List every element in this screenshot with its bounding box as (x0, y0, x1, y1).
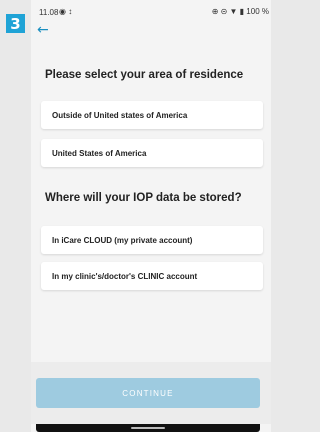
option-label: In my clinic's/doctor's CLINIC account (52, 271, 198, 281)
notification-icons: ◉ ↕ (59, 7, 73, 16)
status-bar: 11.08 ◉ ↕ ⊕ ⊝ ▼ ▮ 100 % (31, 0, 271, 22)
bottom-action-area: CONTINUE (31, 362, 271, 424)
system-status-icons: ⊕ ⊝ ▼ ▮ 100 % (211, 7, 269, 16)
option-label: Outside of United states of America (52, 110, 188, 120)
option-label: United States of America (52, 148, 147, 158)
navigation-bar (36, 424, 260, 432)
phone-screen: 11.08 ◉ ↕ ⊕ ⊝ ▼ ▮ 100 % ← Please select … (31, 0, 271, 432)
storage-heading: Where will your IOP data be stored? (45, 192, 242, 204)
continue-button[interactable]: CONTINUE (36, 378, 260, 408)
step-number-badge: 3 (6, 14, 25, 33)
home-handle[interactable] (131, 427, 165, 429)
option-clinic-account[interactable]: In my clinic's/doctor's CLINIC account (41, 262, 263, 290)
residence-heading: Please select your area of residence (45, 69, 244, 81)
option-outside-usa[interactable]: Outside of United states of America (41, 101, 263, 129)
option-icare-cloud[interactable]: In iCare CLOUD (my private account) (41, 226, 263, 254)
option-usa[interactable]: United States of America (41, 139, 263, 167)
status-time: 11.08 (39, 8, 59, 17)
option-label: In iCare CLOUD (my private account) (52, 235, 193, 245)
back-arrow-icon[interactable]: ← (37, 22, 49, 38)
